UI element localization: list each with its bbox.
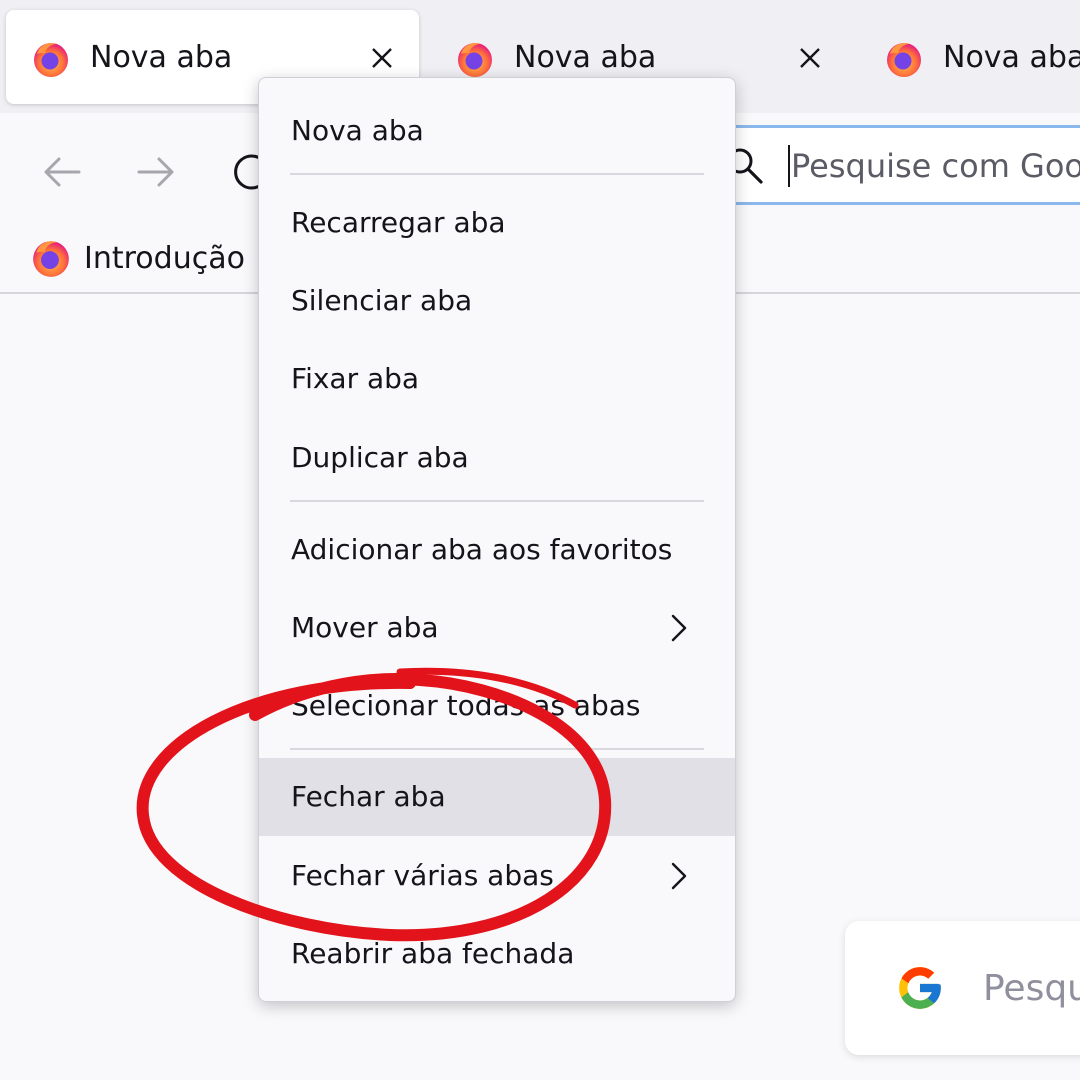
menu-item-label: Selecionar todas as abas xyxy=(291,689,641,722)
tab-title: Nova aba xyxy=(943,40,1080,75)
menu-item-reopen-closed-tab[interactable]: Reabrir aba fechada xyxy=(259,915,735,993)
search-placeholder: Pesqu xyxy=(983,968,1080,1009)
menu-item-label: Adicionar aba aos favoritos xyxy=(291,533,673,566)
tab-context-menu: Nova aba Recarregar aba Silenciar aba Fi… xyxy=(258,77,736,1002)
google-search-box[interactable]: Pesqu xyxy=(845,921,1080,1055)
text-caret xyxy=(788,145,790,187)
tab-3[interactable]: Nova aba xyxy=(859,10,1080,104)
bookmark-item[interactable]: Introdução xyxy=(30,236,245,280)
menu-item-pin-tab[interactable]: Fixar aba xyxy=(259,340,735,418)
close-icon[interactable] xyxy=(362,38,402,78)
menu-item-duplicate-tab[interactable]: Duplicar aba xyxy=(259,419,735,497)
menu-item-mute-tab[interactable]: Silenciar aba xyxy=(259,262,735,340)
menu-item-bookmark-tab[interactable]: Adicionar aba aos favoritos xyxy=(259,511,735,589)
firefox-icon xyxy=(31,39,71,79)
menu-item-label: Duplicar aba xyxy=(291,441,469,474)
menu-item-label: Reabrir aba fechada xyxy=(291,937,575,970)
menu-item-label: Mover aba xyxy=(291,611,439,644)
url-placeholder: Pesquise com Goo xyxy=(791,147,1080,185)
menu-item-new-tab[interactable]: Nova aba xyxy=(259,92,735,170)
menu-item-label: Fechar aba xyxy=(291,780,446,813)
firefox-icon xyxy=(455,39,495,79)
chevron-right-icon xyxy=(671,614,687,642)
menu-separator xyxy=(290,173,704,175)
url-bar[interactable]: Pesquise com Goo xyxy=(700,125,1080,205)
tab-title: Nova aba xyxy=(90,40,233,75)
menu-item-label: Recarregar aba xyxy=(291,206,506,239)
menu-separator xyxy=(290,748,704,750)
forward-icon[interactable] xyxy=(131,147,181,197)
menu-item-label: Fixar aba xyxy=(291,362,420,395)
google-icon xyxy=(899,967,941,1009)
close-icon[interactable] xyxy=(790,38,830,78)
chevron-right-icon xyxy=(671,862,687,890)
menu-item-close-multiple-tabs[interactable]: Fechar várias abas xyxy=(259,837,735,915)
menu-item-select-all-tabs[interactable]: Selecionar todas as abas xyxy=(259,667,735,745)
menu-item-close-tab[interactable]: Fechar aba xyxy=(259,758,735,836)
back-icon[interactable] xyxy=(37,147,87,197)
bookmark-label: Introdução xyxy=(84,240,245,276)
menu-item-label: Fechar várias abas xyxy=(291,859,554,892)
menu-item-label: Silenciar aba xyxy=(291,284,473,317)
menu-item-move-tab[interactable]: Mover aba xyxy=(259,589,735,667)
menu-item-label: Nova aba xyxy=(291,114,424,147)
tab-title: Nova aba xyxy=(514,40,657,75)
menu-item-reload-tab[interactable]: Recarregar aba xyxy=(259,184,735,262)
firefox-icon xyxy=(30,237,72,279)
firefox-icon xyxy=(884,39,924,79)
menu-separator xyxy=(290,500,704,502)
